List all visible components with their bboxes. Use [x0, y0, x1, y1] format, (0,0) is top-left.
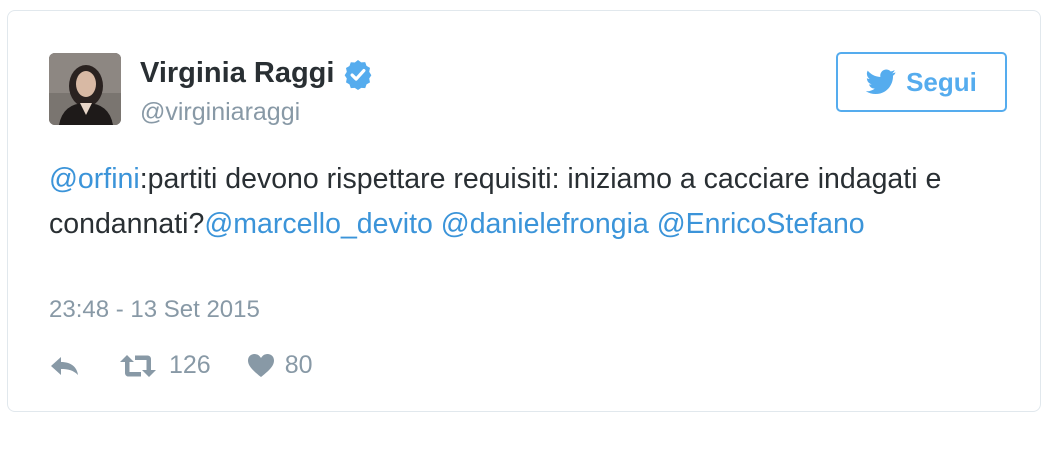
verified-badge-icon [345, 59, 372, 90]
reply-icon [51, 356, 78, 375]
heart-icon [247, 354, 274, 377]
author-handle[interactable]: @virginiaraggi [140, 98, 300, 127]
mention-link-enrico[interactable]: @EnricoStefano [657, 208, 865, 240]
retweet-action[interactable]: 126 [119, 351, 211, 380]
like-action[interactable]: 80 [247, 351, 313, 380]
like-count: 80 [284, 351, 313, 379]
mention-link-marcello[interactable]: @marcello_devito [204, 208, 433, 240]
mention-link-daniele[interactable]: @danielefrongia [441, 208, 649, 240]
follow-button-label: Segui [906, 66, 977, 97]
tweet-timestamp[interactable]: 23:48 - 13 Set 2015 [49, 296, 260, 324]
tweet-text: @orfini:partiti devono rispettare requis… [49, 157, 989, 246]
author-name[interactable]: Virginia Raggi [140, 57, 334, 90]
follow-button[interactable]: Segui [836, 52, 1007, 112]
tweet-actions: 126 80 [49, 351, 313, 380]
mention-link-orfini[interactable]: @orfini [49, 163, 140, 195]
author-name-row: Virginia Raggi [140, 57, 374, 90]
avatar[interactable] [49, 53, 121, 125]
twitter-bird-icon [866, 69, 896, 94]
reply-action[interactable] [49, 354, 81, 378]
retweet-icon [120, 354, 156, 377]
retweet-count: 126 [169, 351, 211, 379]
tweet-card: Virginia Raggi @virginiaraggi Segui @orf… [7, 10, 1041, 412]
